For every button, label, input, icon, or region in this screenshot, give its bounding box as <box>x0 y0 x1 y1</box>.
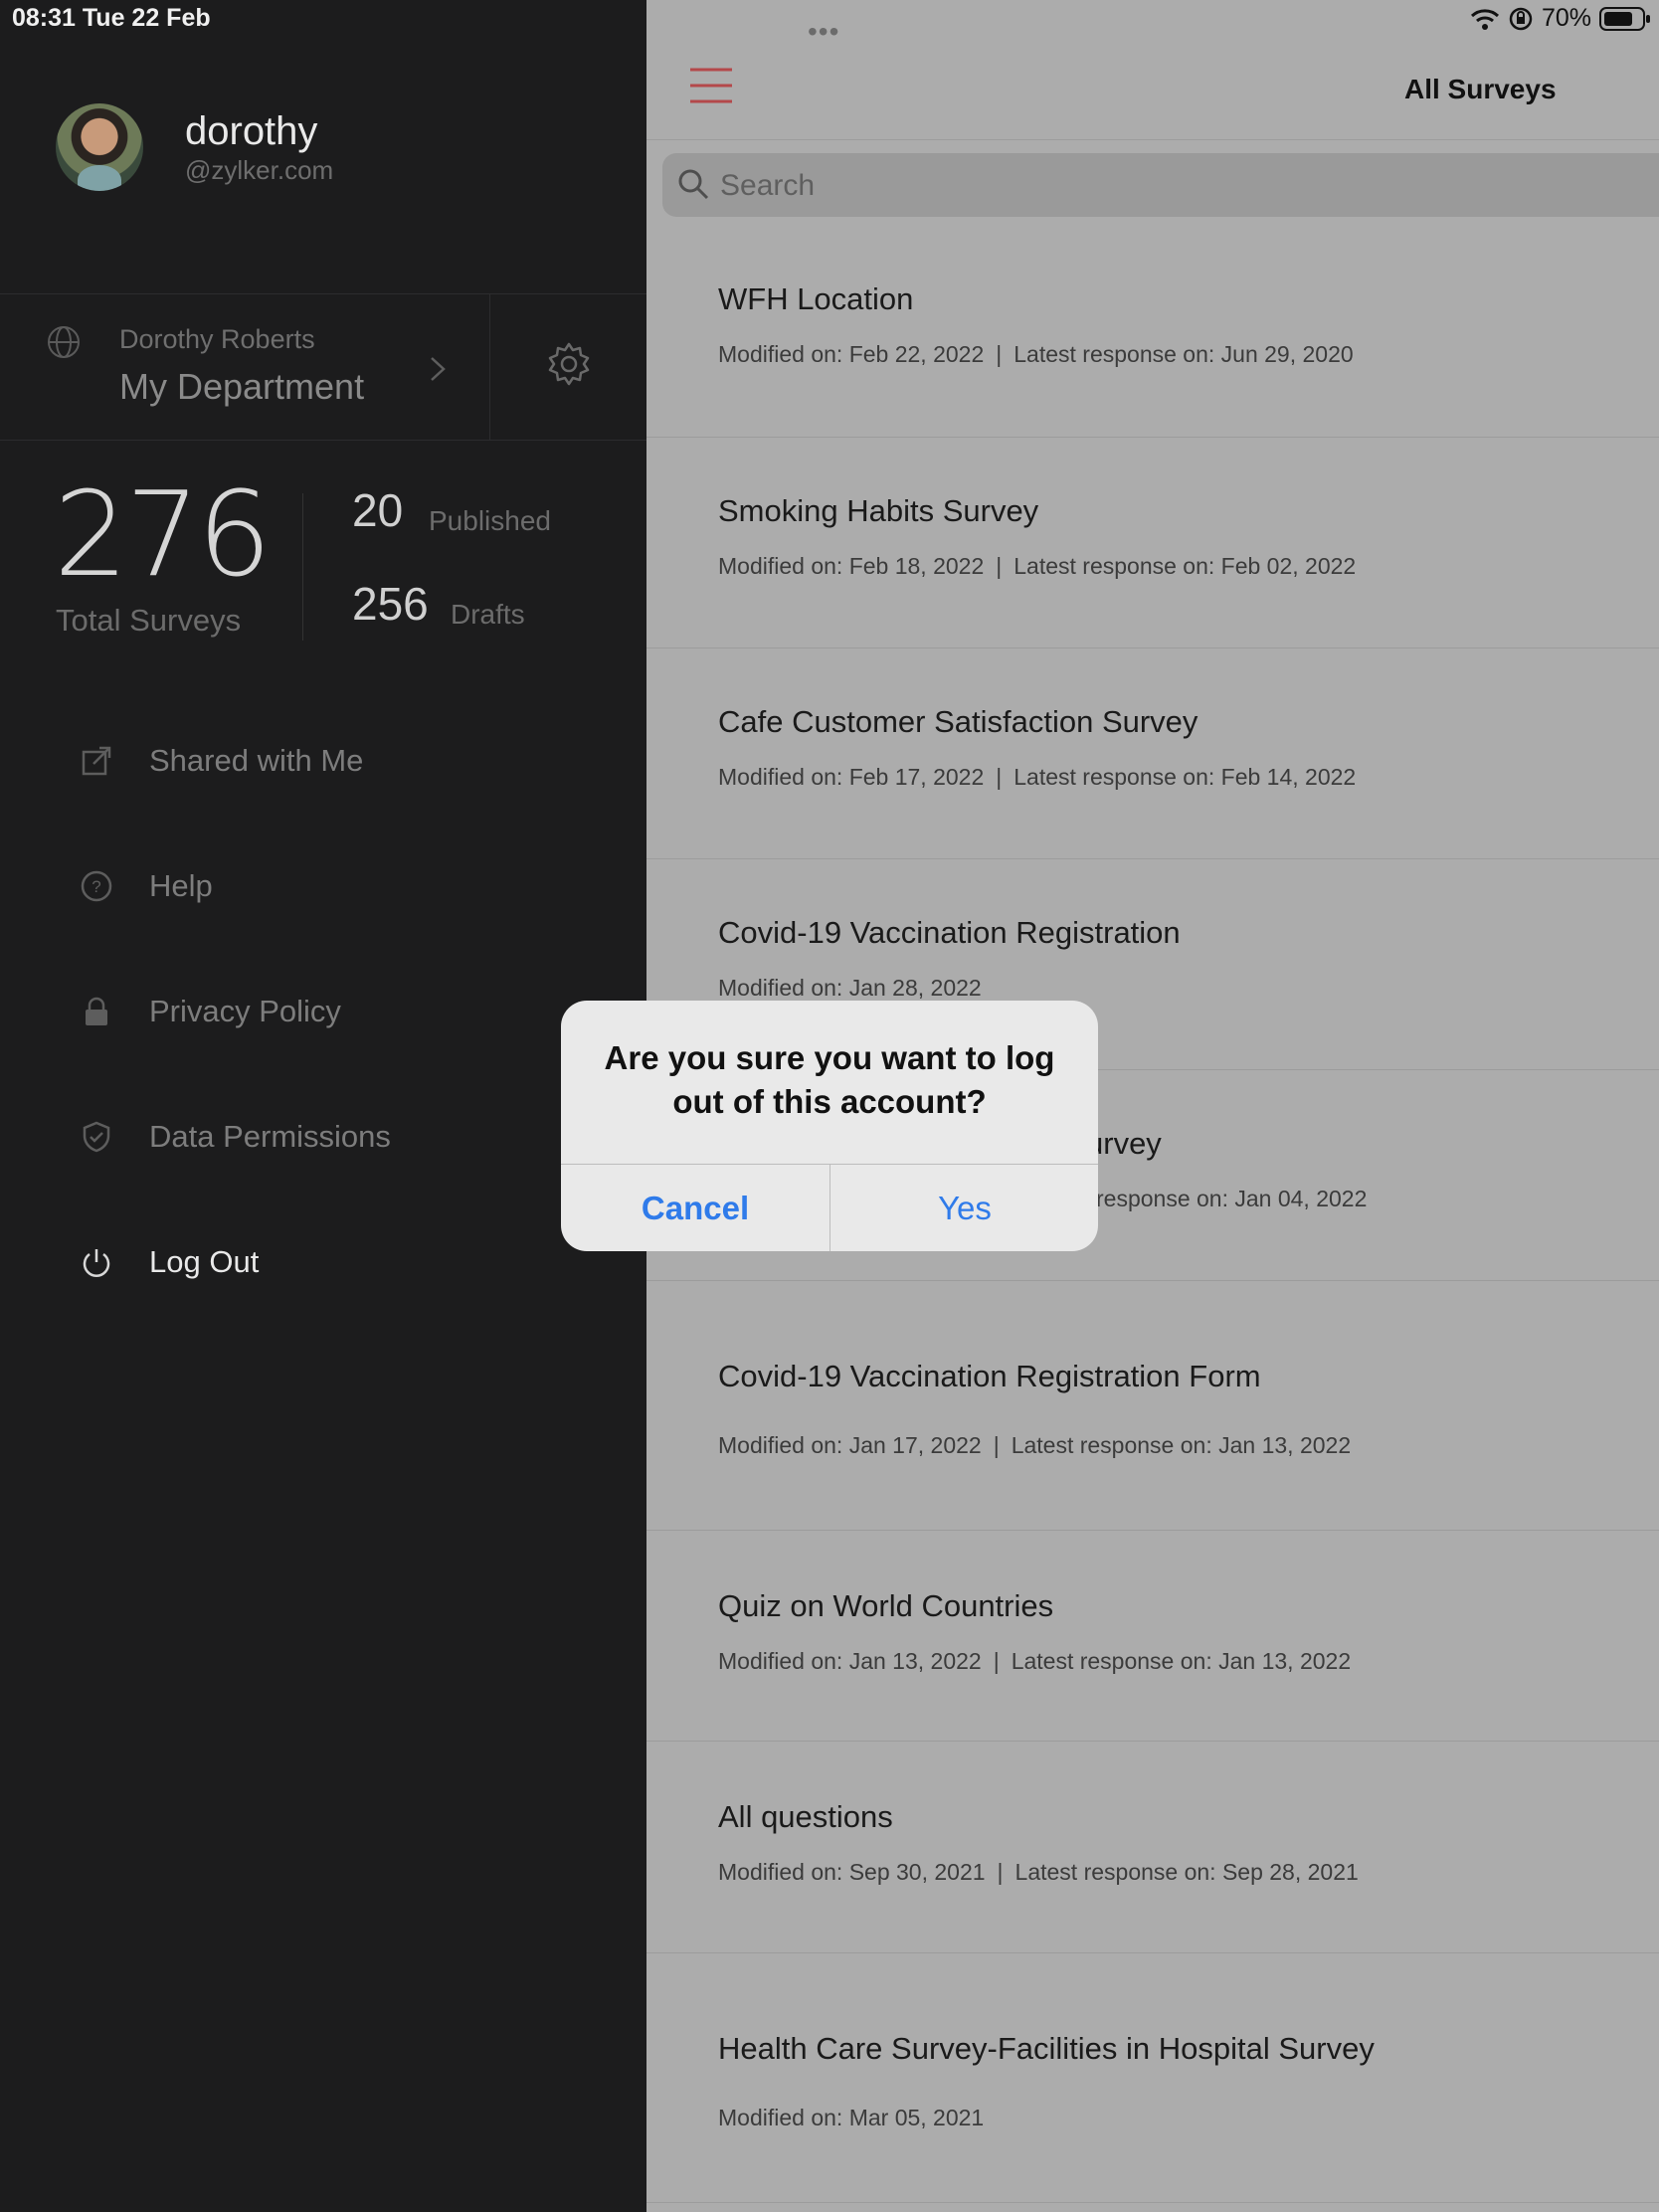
lock-icon <box>86 997 107 1025</box>
latest-response: Latest response on: Jan 13, 2022 <box>1011 1432 1352 1458</box>
menu-item-privacy-policy[interactable]: Privacy Policy <box>0 949 646 1074</box>
page-title: All Surveys <box>1404 74 1557 104</box>
total-surveys-count: 276 <box>54 465 272 603</box>
latest-response: Latest response on: Sep 28, 2021 <box>1014 1859 1359 1885</box>
latest-response: response on: Jan 04, 2022 <box>1096 1186 1368 1211</box>
multitasking-grabber[interactable]: ••• <box>808 16 839 48</box>
survey-title: WFH Location <box>718 281 914 316</box>
latest-response: Latest response on: Feb 14, 2022 <box>1014 764 1357 790</box>
search-input[interactable] <box>718 163 1617 209</box>
sidebar-menu: Shared with Me ? Help Privacy Policy Dat… <box>0 698 646 1325</box>
profile[interactable]: dorothy @zylker.com <box>56 103 333 191</box>
avatar[interactable] <box>56 103 143 191</box>
published-count: 20 <box>352 484 404 536</box>
survey-title: Smoking Habits Survey <box>718 493 1039 528</box>
orientation-lock-icon <box>1509 7 1533 30</box>
menu-item-data-permissions[interactable]: Data Permissions <box>0 1074 646 1199</box>
published-label: Published <box>429 505 551 536</box>
power-icon <box>83 1249 110 1277</box>
menu-item-label: Log Out <box>149 1244 260 1279</box>
modified-date: Modified on: Feb 18, 2022 <box>718 553 985 579</box>
survey-meta: response on: Jan 04, 2022 <box>1096 1186 1367 1212</box>
cancel-button[interactable]: Cancel <box>561 1165 830 1251</box>
svg-text:?: ? <box>92 877 100 896</box>
confirm-logout-button[interactable]: Yes <box>830 1165 1098 1251</box>
battery-percent: 70% <box>1541 4 1591 32</box>
survey-meta: Modified on: Sep 30, 2021 | Latest respons… <box>718 1859 1359 1885</box>
modified-date: Modified on: Feb 17, 2022 <box>718 764 985 790</box>
survey-meta: Modified on: Feb 22, 2022 | Latest respons… <box>718 341 1354 367</box>
survey-meta: Modified on: Jan 13, 2022 | Latest respons… <box>718 1648 1352 1674</box>
survey-meta: Modified on: Feb 17, 2022 | Latest respons… <box>718 764 1357 790</box>
drafts-label: Drafts <box>451 599 525 630</box>
menu-item-label: Help <box>149 868 213 903</box>
menu-item-log-out[interactable]: Log Out <box>0 1199 646 1325</box>
survey-row[interactable]: Covid-19 Vaccination Registration Form M… <box>646 1281 1659 1531</box>
menu-item-label: Privacy Policy <box>149 994 341 1028</box>
menu-item-label: Data Permissions <box>149 1119 391 1154</box>
dialog-message: Are you sure you want to log out of this… <box>604 1039 1055 1120</box>
globe-icon <box>48 326 80 358</box>
modified-date: Modified on: Jan 13, 2022 <box>718 1648 982 1674</box>
survey-meta: Modified on: Jan 28, 2022 <box>718 975 982 1002</box>
wifi-icon <box>1470 8 1499 30</box>
search-bar[interactable] <box>662 153 1659 217</box>
menu-item-label: Shared with Me <box>149 743 364 778</box>
department-selector[interactable]: Dorothy Roberts My Department <box>0 293 646 441</box>
modified-date: Modified on: Jan 28, 2022 <box>718 975 982 1001</box>
survey-title: Covid-19 Vaccination Registration Form <box>718 1359 1261 1393</box>
menu-item-shared-with-me[interactable]: Shared with Me <box>0 698 646 824</box>
survey-row[interactable]: Smoking Habits Survey Modified on: Feb 1… <box>646 438 1659 648</box>
help-icon: ? <box>81 870 112 902</box>
user-domain: @zylker.com <box>185 154 334 185</box>
department-name: My Department <box>119 366 365 407</box>
survey-title: Cafe Customer Satisfaction Survey <box>718 704 1198 739</box>
modified-date: Modified on: Mar 05, 2021 <box>718 2105 985 2130</box>
chevron-right-icon <box>431 357 446 381</box>
status-time: 08:31 Tue 22 Feb <box>12 4 211 32</box>
survey-title: Health Care Survey-Facilities in Hospita… <box>718 2031 1375 2066</box>
status-indicators: 70% <box>1470 4 1651 33</box>
survey-meta: Modified on: Jan 17, 2022 | Latest respons… <box>718 1432 1352 1458</box>
survey-title: Quiz on World Countries <box>718 1588 1054 1623</box>
shield-icon <box>83 1121 110 1153</box>
latest-response: Latest response on: Jan 13, 2022 <box>1011 1648 1352 1674</box>
search-icon <box>678 169 709 200</box>
survey-row[interactable]: Quiz on World Countries Modified on: Jan… <box>646 1531 1659 1742</box>
survey-row[interactable]: All questions Modified on: Sep 30, 2021 |… <box>646 1742 1659 1953</box>
hamburger-menu-icon[interactable] <box>688 66 734 105</box>
survey-row[interactable]: WFH Location Modified on: Feb 22, 2022 | L… <box>646 226 1659 438</box>
survey-title: All questions <box>718 1799 893 1834</box>
top-bar: ••• All Surveys 70% <box>646 0 1659 140</box>
logout-confirm-dialog: Are you sure you want to log out of this… <box>561 1001 1098 1251</box>
modified-date: Modified on: Sep 30, 2021 <box>718 1859 986 1885</box>
battery-icon <box>1599 6 1650 31</box>
survey-row[interactable]: Cafe Customer Satisfaction Survey Modifi… <box>646 648 1659 859</box>
total-surveys-label: Total Surveys <box>56 603 242 638</box>
drafts-count: 256 <box>352 578 429 630</box>
menu-item-help[interactable]: ? Help <box>0 824 646 949</box>
latest-response: Latest response on: Jun 29, 2020 <box>1014 341 1354 367</box>
divider <box>302 493 303 641</box>
survey-title: Covid-19 Vaccination Registration <box>718 915 1181 950</box>
share-icon <box>82 746 111 776</box>
modified-date: Modified on: Jan 17, 2022 <box>718 1432 982 1458</box>
survey-row[interactable]: Health Care Survey-Facilities in Hospita… <box>646 1953 1659 2203</box>
survey-stats: 276 Total Surveys 20 Published 256 Draft… <box>54 475 650 654</box>
gear-icon[interactable] <box>545 340 593 388</box>
survey-meta: Modified on: Feb 18, 2022 | Latest respons… <box>718 553 1357 579</box>
modified-date: Modified on: Feb 22, 2022 <box>718 341 985 367</box>
latest-response: Latest response on: Feb 02, 2022 <box>1014 553 1357 579</box>
department-owner: Dorothy Roberts <box>119 324 315 354</box>
divider <box>489 294 490 440</box>
survey-meta: Modified on: Mar 05, 2021 <box>718 2105 984 2131</box>
user-name: dorothy <box>185 108 318 153</box>
sidebar: 08:31 Tue 22 Feb dorothy @zylker.com Dor… <box>0 0 646 2212</box>
